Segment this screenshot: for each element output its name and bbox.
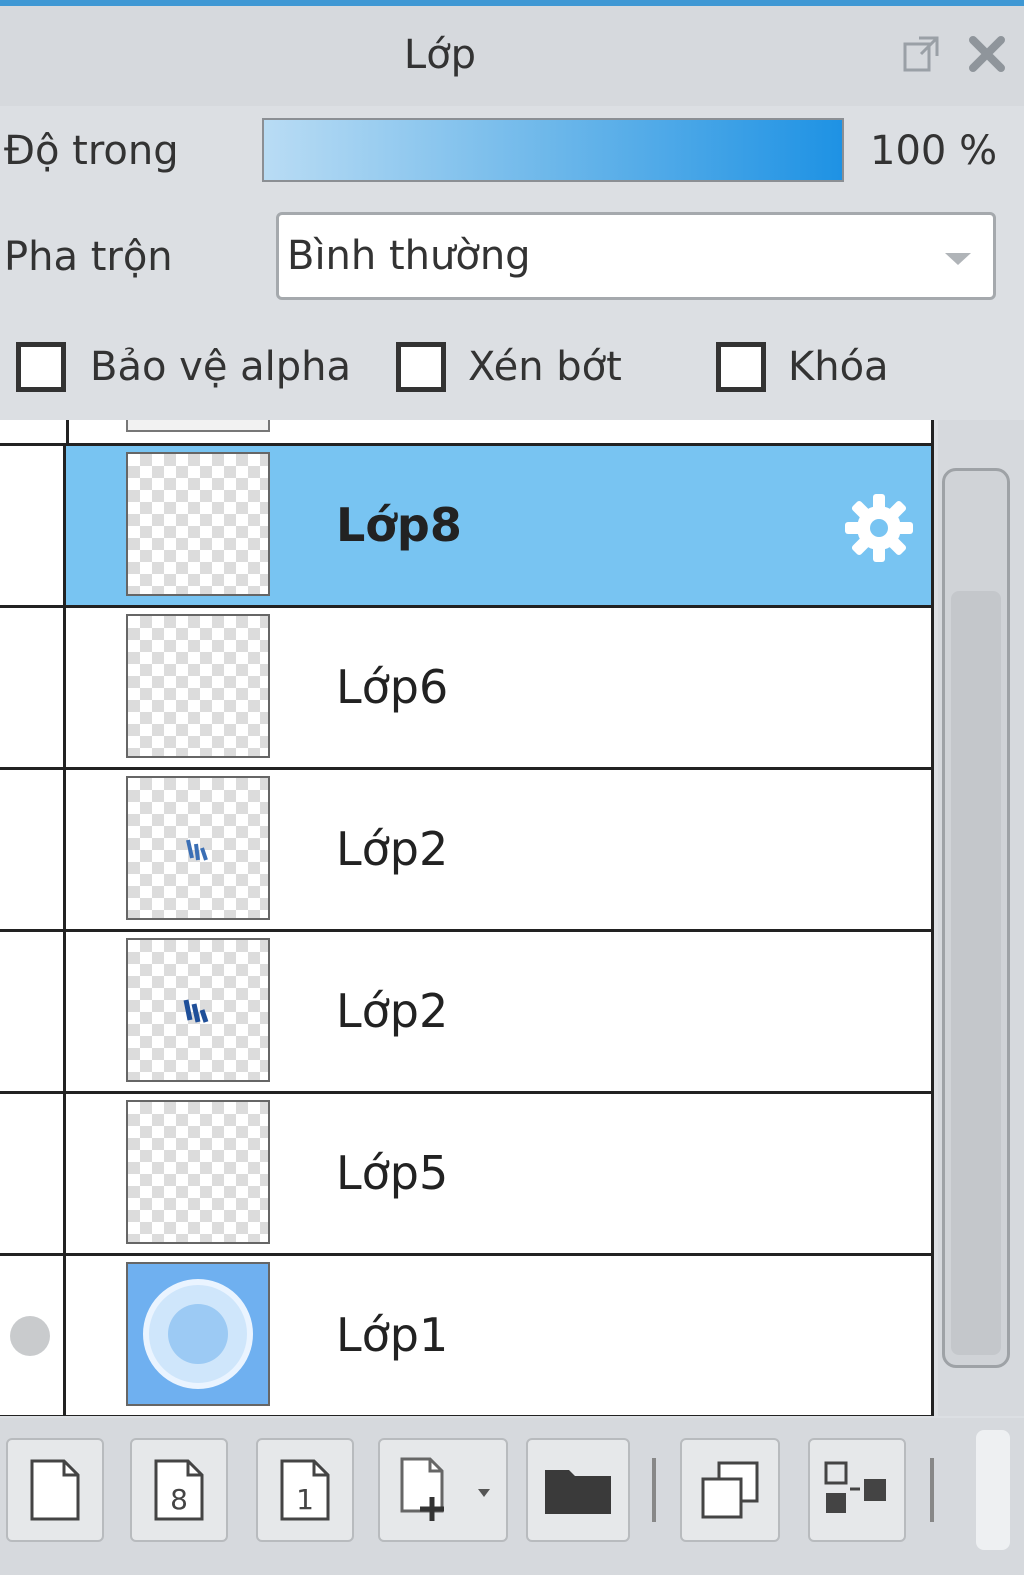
layer-row[interactable]: Lớp2: [0, 770, 931, 932]
opacity-label: Độ trong: [4, 128, 179, 174]
layer-visibility-toggle[interactable]: [0, 770, 66, 929]
popout-icon: [903, 36, 939, 72]
lock-checkbox[interactable]: [716, 342, 766, 392]
blend-mode-label: Pha trộn: [4, 234, 173, 280]
layer-name: Lớp1: [336, 1308, 449, 1362]
layer-name: Lớp6: [336, 660, 449, 714]
layer-list-scrollbar[interactable]: [938, 420, 1024, 1416]
layer-visibility-toggle[interactable]: [0, 446, 66, 605]
layer-row[interactable]: Lớp8: [0, 446, 931, 608]
svg-text:1: 1: [296, 1483, 314, 1516]
scrollbar-thumb[interactable]: [942, 468, 1010, 1368]
new-layer-button[interactable]: [6, 1438, 104, 1542]
add-layer-menu-button[interactable]: [378, 1438, 508, 1542]
popout-button[interactable]: [896, 26, 946, 82]
close-icon: [969, 36, 1005, 72]
thumbnail-sketch-icon: [183, 999, 209, 1023]
protect-alpha-label: Bảo vệ alpha: [90, 344, 352, 390]
layer-row[interactable]: Lớp2: [0, 932, 931, 1094]
toolbar-separator: [930, 1458, 934, 1522]
new-8bit-layer-button[interactable]: 8: [130, 1438, 228, 1542]
thumbnail-sketch-icon: [186, 839, 208, 861]
layer-name: Lớp8: [336, 498, 462, 552]
layer-thumbnail: [126, 1262, 270, 1406]
new-1bit-layer-button[interactable]: 1: [256, 1438, 354, 1542]
chevron-down-icon: [945, 253, 971, 265]
layer-visibility-toggle[interactable]: [0, 608, 66, 767]
gear-icon[interactable]: [841, 490, 917, 566]
blend-mode-value: Bình thường: [287, 233, 531, 279]
protect-alpha-checkbox[interactable]: [16, 342, 66, 392]
transfer-layer-button[interactable]: [808, 1438, 906, 1542]
visibility-dot-icon: [10, 1316, 50, 1356]
clipping-label: Xén bớt: [468, 344, 622, 390]
layer-thumbnail: [126, 1100, 270, 1244]
layer-thumbnail: [126, 938, 270, 1082]
layer-visibility-toggle[interactable]: [0, 1094, 66, 1253]
layer-thumbnail: [126, 452, 270, 596]
toolbar-scroll-handle[interactable]: [976, 1430, 1010, 1550]
layer-name: Lớp2: [336, 984, 449, 1038]
toolbar-separator: [652, 1458, 656, 1522]
page-1-icon: 1: [280, 1459, 330, 1521]
blend-mode-select[interactable]: Bình thường: [276, 212, 996, 300]
layer-thumbnail: [126, 420, 270, 432]
opacity-value: 100 %: [870, 128, 998, 174]
layer-row[interactable]: Lớp5: [0, 1094, 931, 1256]
page-plus-dropdown-icon: [400, 1457, 490, 1521]
layer-thumbnail: [126, 776, 270, 920]
page-8-icon: 8: [154, 1459, 204, 1521]
layer-row-partial: [0, 420, 931, 446]
layer-toolbar: 8 1: [0, 1418, 1024, 1575]
layer-row[interactable]: Lớp1: [0, 1256, 931, 1416]
layer-list[interactable]: Lớp8 Lớp6 Lớp2 Lớp2 Lớp5 Lớp1: [0, 420, 934, 1416]
layer-thumbnail: [126, 614, 270, 758]
layer-visibility-toggle[interactable]: [0, 1256, 66, 1415]
panel-title: Lớp: [403, 32, 477, 78]
opacity-slider-fill: [264, 120, 842, 180]
folder-icon: [545, 1470, 611, 1514]
duplicate-icon: [701, 1461, 759, 1519]
layer-name: Lớp5: [336, 1146, 449, 1200]
opacity-slider[interactable]: [262, 118, 844, 182]
lock-label: Khóa: [788, 344, 889, 390]
transfer-icon: [824, 1461, 886, 1513]
svg-text:8: 8: [170, 1483, 188, 1516]
page-icon: [30, 1459, 80, 1521]
thumbnail-sketch-icon: [143, 1279, 253, 1389]
layer-row[interactable]: Lớp6: [0, 608, 931, 770]
close-button[interactable]: [962, 26, 1012, 82]
duplicate-layer-button[interactable]: [680, 1438, 780, 1542]
clipping-checkbox[interactable]: [396, 342, 446, 392]
panel-titlebar: Lớp: [0, 6, 1024, 106]
layer-name: Lớp2: [336, 822, 449, 876]
new-folder-button[interactable]: [526, 1438, 630, 1542]
layer-visibility-toggle[interactable]: [0, 932, 66, 1091]
